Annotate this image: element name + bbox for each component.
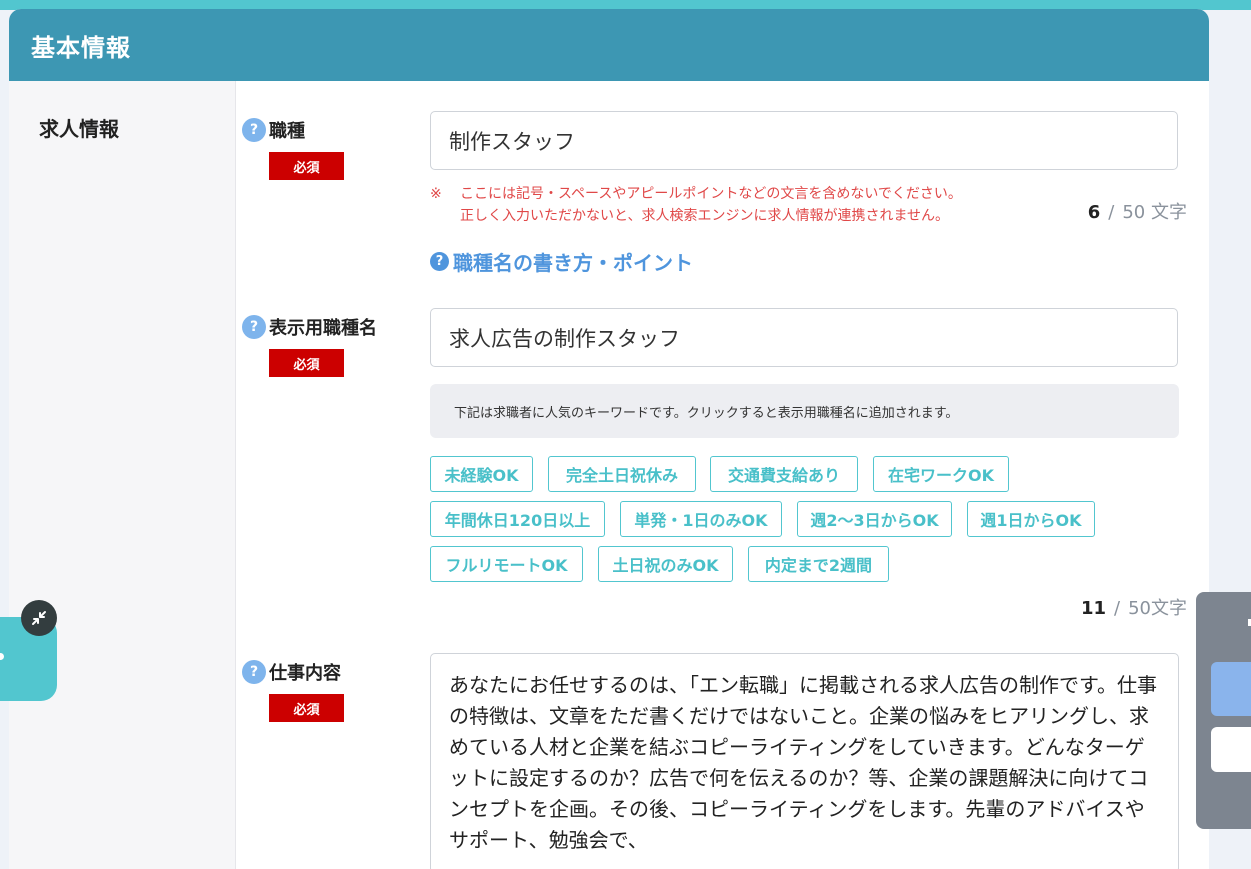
keyword-hint: 下記は求職者に人気のキーワードです。クリックすると表示用職種名に追加されます。 (430, 384, 1179, 438)
display-name-char-counter: 11/50文字 (1080, 598, 1187, 619)
keyword-chip[interactable]: 内定まで2週間 (748, 546, 889, 582)
job-type-char-count: 6 (1087, 202, 1101, 223)
job-type-help-link-label: 職種名の書き方・ポイント (453, 251, 693, 275)
job-type-input[interactable]: 制作スタッフ (430, 111, 1178, 170)
minimize-button[interactable] (21, 600, 57, 636)
job-type-char-limit: 50 文字 (1122, 202, 1187, 223)
job-description-required-badge: 必須 (269, 694, 344, 722)
panel-title: 基本情報 (31, 33, 131, 62)
keyword-chip[interactable]: フルリモートOK (430, 546, 583, 582)
display-name-char-limit: 50文字 (1128, 598, 1187, 619)
panel-header: 基本情報 (9, 9, 1209, 81)
display-name-input[interactable]: 求人広告の制作スタッフ (430, 308, 1178, 367)
collapse-arrows-icon (32, 611, 46, 625)
basic-info-panel: 基本情報 求人情報 ? 職種 必須 制作スタッフ ※ ここには記号・スペースやア… (9, 9, 1209, 869)
job-description-label: 仕事内容 (269, 663, 341, 684)
display-name-help-icon[interactable]: ? (242, 315, 266, 339)
side-secondary-button[interactable] (1211, 727, 1251, 772)
chat-dot-icon (0, 653, 4, 660)
keyword-chip[interactable]: 土日祝のみOK (598, 546, 733, 582)
keyword-chip[interactable]: 単発・1日のみOK (620, 501, 782, 537)
keyword-chip[interactable]: 在宅ワークOK (873, 456, 1009, 492)
display-name-value: 求人広告の制作スタッフ (449, 326, 680, 351)
keyword-chip[interactable]: 未経験OK (430, 456, 533, 492)
help-circle-icon: ? (430, 252, 449, 271)
keyword-chip[interactable]: 完全土日祝休み (548, 456, 696, 492)
section-title: 求人情報 (39, 117, 119, 141)
job-type-help-link[interactable]: ? 職種名の書き方・ポイント (430, 247, 693, 276)
side-action-panel (1196, 592, 1251, 829)
keyword-chip[interactable]: 週1日からOK (967, 501, 1095, 537)
job-description-help-icon[interactable]: ? (242, 660, 266, 684)
job-type-char-counter: 6/50 文字 (1087, 202, 1187, 223)
job-type-notice: ※ ここには記号・スペースやアピールポイントなどの文言を含めないでください。 正… (430, 183, 1080, 227)
keyword-chip[interactable]: 年間休日120日以上 (430, 501, 605, 537)
job-type-value: 制作スタッフ (449, 129, 575, 154)
section-sidebar: 求人情報 (9, 81, 236, 869)
side-primary-button[interactable] (1211, 662, 1251, 716)
display-name-label: 表示用職種名 (269, 318, 377, 339)
display-name-required-badge: 必須 (269, 349, 344, 377)
notice-line-2: 正しく入力いただかないと、求人検索エンジンに求人情報が連携されません。 (460, 208, 950, 224)
job-type-required-badge: 必須 (269, 152, 344, 180)
keyword-chip[interactable]: 週2〜3日からOK (797, 501, 952, 537)
notice-mark: ※ (430, 186, 442, 202)
notice-line-1: ここには記号・スペースやアピールポイントなどの文言を含めないでください。 (460, 186, 962, 202)
display-name-char-count: 11 (1080, 598, 1107, 619)
job-type-label: 職種 (269, 121, 305, 142)
job-type-help-icon[interactable]: ? (242, 118, 266, 142)
job-description-textarea[interactable]: あなたにお任せするのは、「エン転職」に掲載される求人広告の制作です。仕事の特徴は… (430, 653, 1179, 869)
keyword-chip[interactable]: 交通費支給あり (710, 456, 858, 492)
